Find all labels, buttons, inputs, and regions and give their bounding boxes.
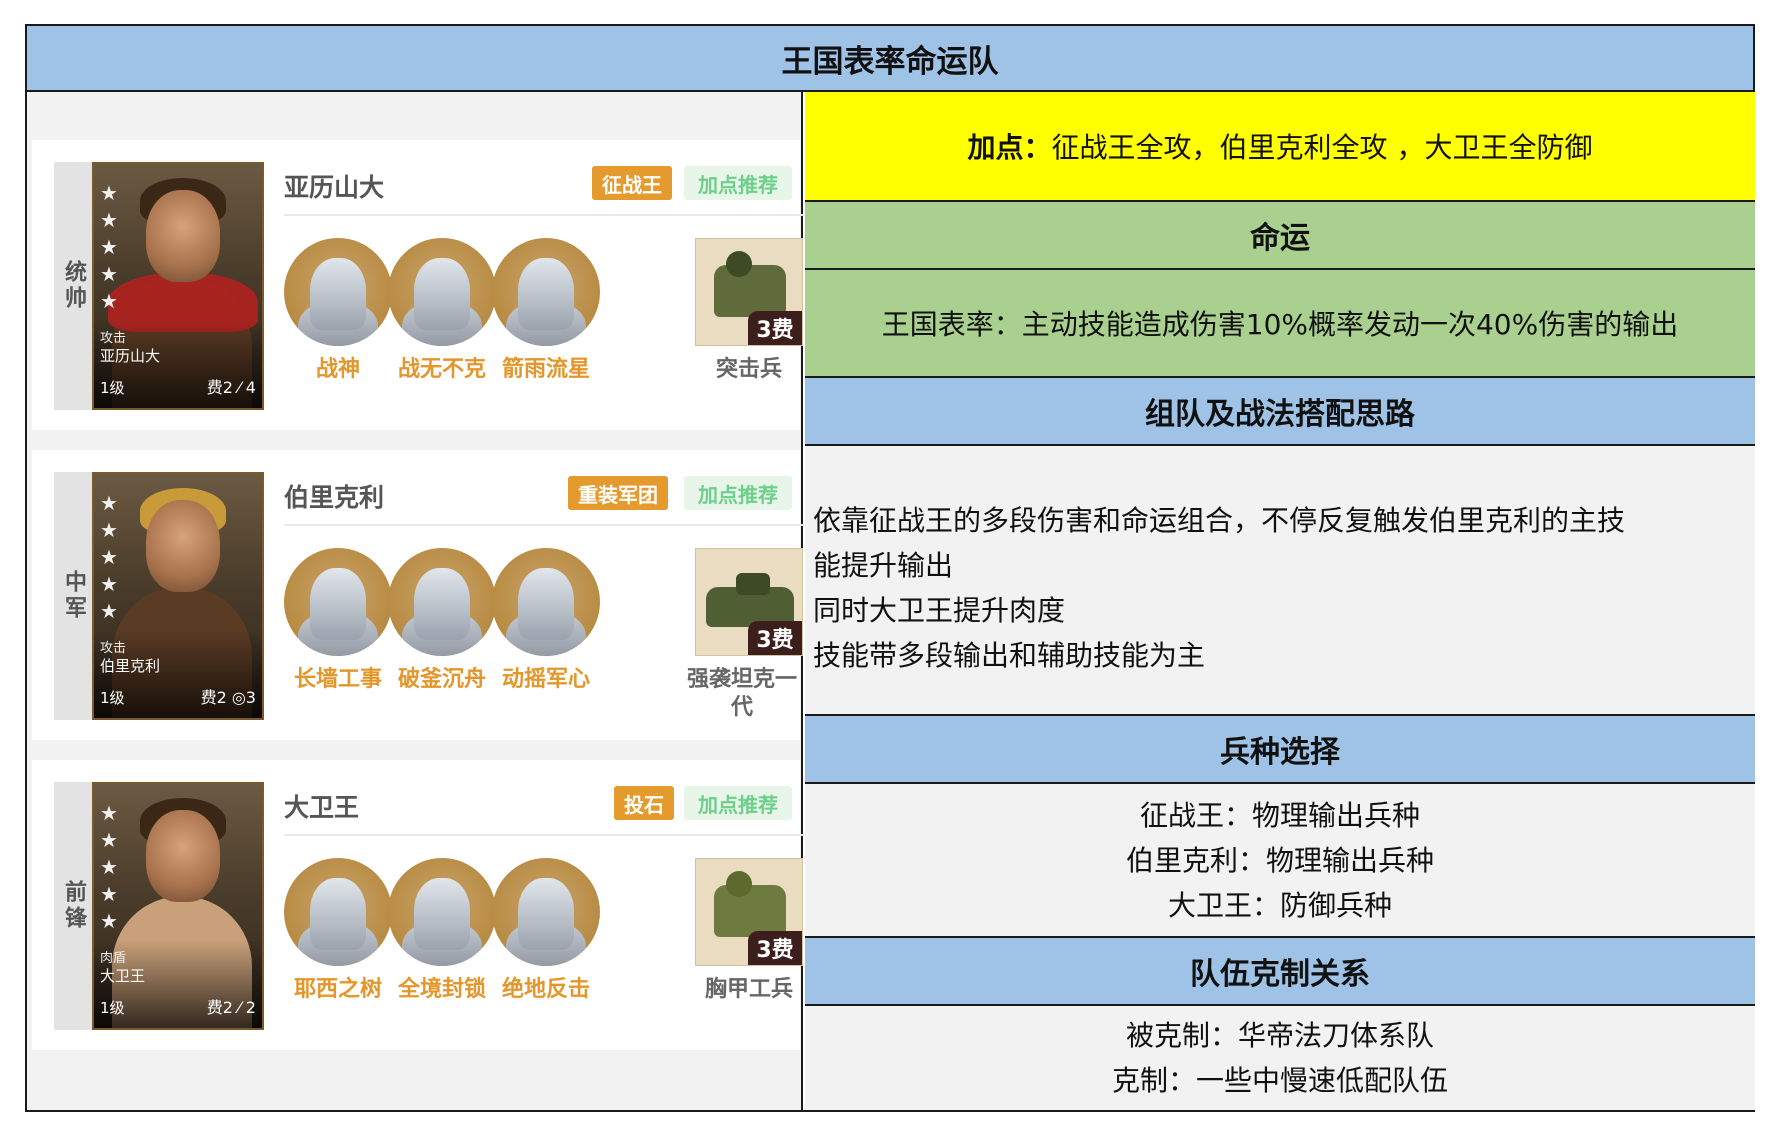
card-cost: 费2 ◎3 — [200, 688, 256, 707]
card-role: 肉盾 — [100, 951, 127, 966]
position-label: 中军 — [54, 472, 92, 720]
ideas-line: 同时大卫王提升肉度 — [813, 594, 1066, 627]
hero-tag: 重装军团 — [568, 476, 668, 510]
skill-icon[interactable] — [284, 858, 392, 966]
hero-portrait[interactable]: ★ ★ ★ ★ ★ 攻击 伯里克利 1级 费2 ◎3 — [92, 472, 264, 720]
card-cost: 费2 ⁄ 4 — [206, 378, 256, 397]
star-icons: ★ ★ ★ ★ ★ — [100, 801, 118, 933]
card-cost: 费2 ⁄ 2 — [206, 998, 256, 1017]
card-name: 大卫王 — [100, 967, 146, 985]
hero-name: 大卫王 — [284, 793, 360, 822]
card-level: 1级 — [100, 999, 125, 1017]
points-row: 加点： 征战王全攻，伯里克利全攻 ，大卫王全防御 — [805, 92, 1755, 202]
troop-fee: 3费 — [748, 311, 802, 345]
hero-card[interactable]: 统帅 ★ ★ ★ ★ ★ 攻击 亚历山大 1级 费2 ⁄ 4 亚历山大 征战王 加点推荐… — [32, 140, 804, 430]
skill-label: 绝地反击 — [501, 977, 590, 1002]
recommend-button[interactable]: 加点推荐 — [684, 166, 792, 200]
troop-fee: 3费 — [748, 931, 802, 965]
ideas-line: 能提升输出 — [813, 549, 954, 582]
fate-header: 命运 — [805, 202, 1755, 270]
card-name: 亚历山大 — [100, 347, 161, 365]
notes-panel: 加点： 征战王全攻，伯里克利全攻 ，大卫王全防御 命运 王国表率：主动技能造成伤… — [805, 92, 1755, 1110]
hero-portrait[interactable]: ★ ★ ★ ★ ★ 攻击 亚历山大 1级 费2 ⁄ 4 — [92, 162, 264, 410]
lineup-panel: 统帅 ★ ★ ★ ★ ★ 攻击 亚历山大 1级 费2 ⁄ 4 亚历山大 征战王 加点推荐… — [27, 92, 804, 1110]
troop-fee: 3费 — [748, 621, 802, 655]
card-level: 1级 — [100, 689, 125, 707]
ideas-line: 技能带多段输出和辅助技能为主 — [813, 639, 1206, 672]
fate-text: 王国表率：主动技能造成伤害10%概率发动一次40%伤害的输出 — [805, 270, 1755, 378]
card-level: 1级 — [100, 379, 125, 397]
troop-label: 强袭坦克一代 — [686, 667, 797, 720]
counter-line: 克制：一些中慢速低配队伍 — [1111, 1064, 1448, 1097]
hero-name: 亚历山大 — [284, 173, 385, 202]
skill-icon[interactable] — [388, 548, 496, 656]
troops-header: 兵种选择 — [805, 716, 1755, 784]
troops-line: 伯里克利：物理输出兵种 — [1125, 843, 1434, 877]
skill-label: 动摇军心 — [501, 667, 590, 692]
star-icons: ★ ★ ★ ★ ★ — [100, 181, 118, 313]
card-role: 攻击 — [100, 331, 127, 346]
skill-icon[interactable] — [492, 238, 600, 346]
counter-header: 队伍克制关系 — [805, 938, 1755, 1006]
troop-label: 胸甲工兵 — [704, 977, 793, 1002]
troop-icon[interactable]: 3费 — [695, 858, 803, 966]
points-label: 加点： — [967, 131, 1052, 164]
divider — [284, 834, 804, 836]
skill-label: 箭雨流星 — [501, 357, 590, 382]
counter-line: 被克制：华帝法刀体系队 — [1125, 1019, 1434, 1052]
skill-icon[interactable] — [284, 548, 392, 656]
page-title: 王国表率命运队 — [27, 26, 1753, 92]
recommend-button[interactable]: 加点推荐 — [684, 476, 792, 510]
card-name: 伯里克利 — [100, 657, 161, 675]
troops-line: 征战王：物理输出兵种 — [1139, 798, 1420, 832]
card-role: 攻击 — [100, 641, 127, 656]
skill-icon[interactable] — [492, 548, 600, 656]
star-icons: ★ ★ ★ ★ ★ — [100, 491, 118, 623]
troops-text: 征战王：物理输出兵种 伯里克利：物理输出兵种 大卫王：防御兵种 — [805, 784, 1755, 938]
divider — [284, 214, 804, 216]
divider — [284, 524, 804, 526]
skill-icon[interactable] — [388, 238, 496, 346]
hero-name: 伯里克利 — [284, 483, 385, 512]
position-label: 前锋 — [54, 782, 92, 1030]
hero-tag: 征战王 — [592, 166, 672, 200]
strategy-table: 王国表率命运队 统帅 ★ ★ ★ ★ ★ 攻击 亚历山大 1级 费2 ⁄ 4 亚历山大 … — [25, 24, 1755, 1112]
ideas-text: 依靠征战王的多段伤害和命运组合，不停反复触发伯里克利的主技 能提升输出 同时大卫… — [805, 446, 1755, 716]
troop-icon[interactable]: 3费 — [695, 238, 803, 346]
skill-icon[interactable] — [492, 858, 600, 966]
troops-line: 大卫王：防御兵种 — [1167, 888, 1392, 922]
hero-portrait[interactable]: ★ ★ ★ ★ ★ 肉盾 大卫王 1级 费2 ⁄ 2 — [92, 782, 264, 1030]
hero-tag: 投石 — [614, 786, 674, 820]
skill-icon[interactable] — [388, 858, 496, 966]
counter-text: 被克制：华帝法刀体系队 克制：一些中慢速低配队伍 — [805, 1006, 1755, 1110]
points-text: 征战王全攻，伯里克利全攻 ，大卫王全防御 — [1051, 131, 1593, 164]
hero-card[interactable]: 中军 ★ ★ ★ ★ ★ 攻击 伯里克利 1级 费2 ◎3 伯里克利 重装军团 加点推荐… — [32, 450, 804, 740]
recommend-button[interactable]: 加点推荐 — [684, 786, 792, 820]
troop-label: 突击兵 — [715, 357, 782, 382]
ideas-header: 组队及战法搭配思路 — [805, 378, 1755, 446]
hero-card[interactable]: 前锋 ★ ★ ★ ★ ★ 肉盾 大卫王 1级 费2 ⁄ 2 大卫王 投石 加点推荐 3费… — [32, 760, 804, 1050]
troop-icon[interactable]: 3费 — [695, 548, 803, 656]
position-label: 统帅 — [54, 162, 92, 410]
ideas-line: 依靠征战王的多段伤害和命运组合，不停反复触发伯里克利的主技 — [813, 504, 1626, 537]
skill-icon[interactable] — [284, 238, 392, 346]
